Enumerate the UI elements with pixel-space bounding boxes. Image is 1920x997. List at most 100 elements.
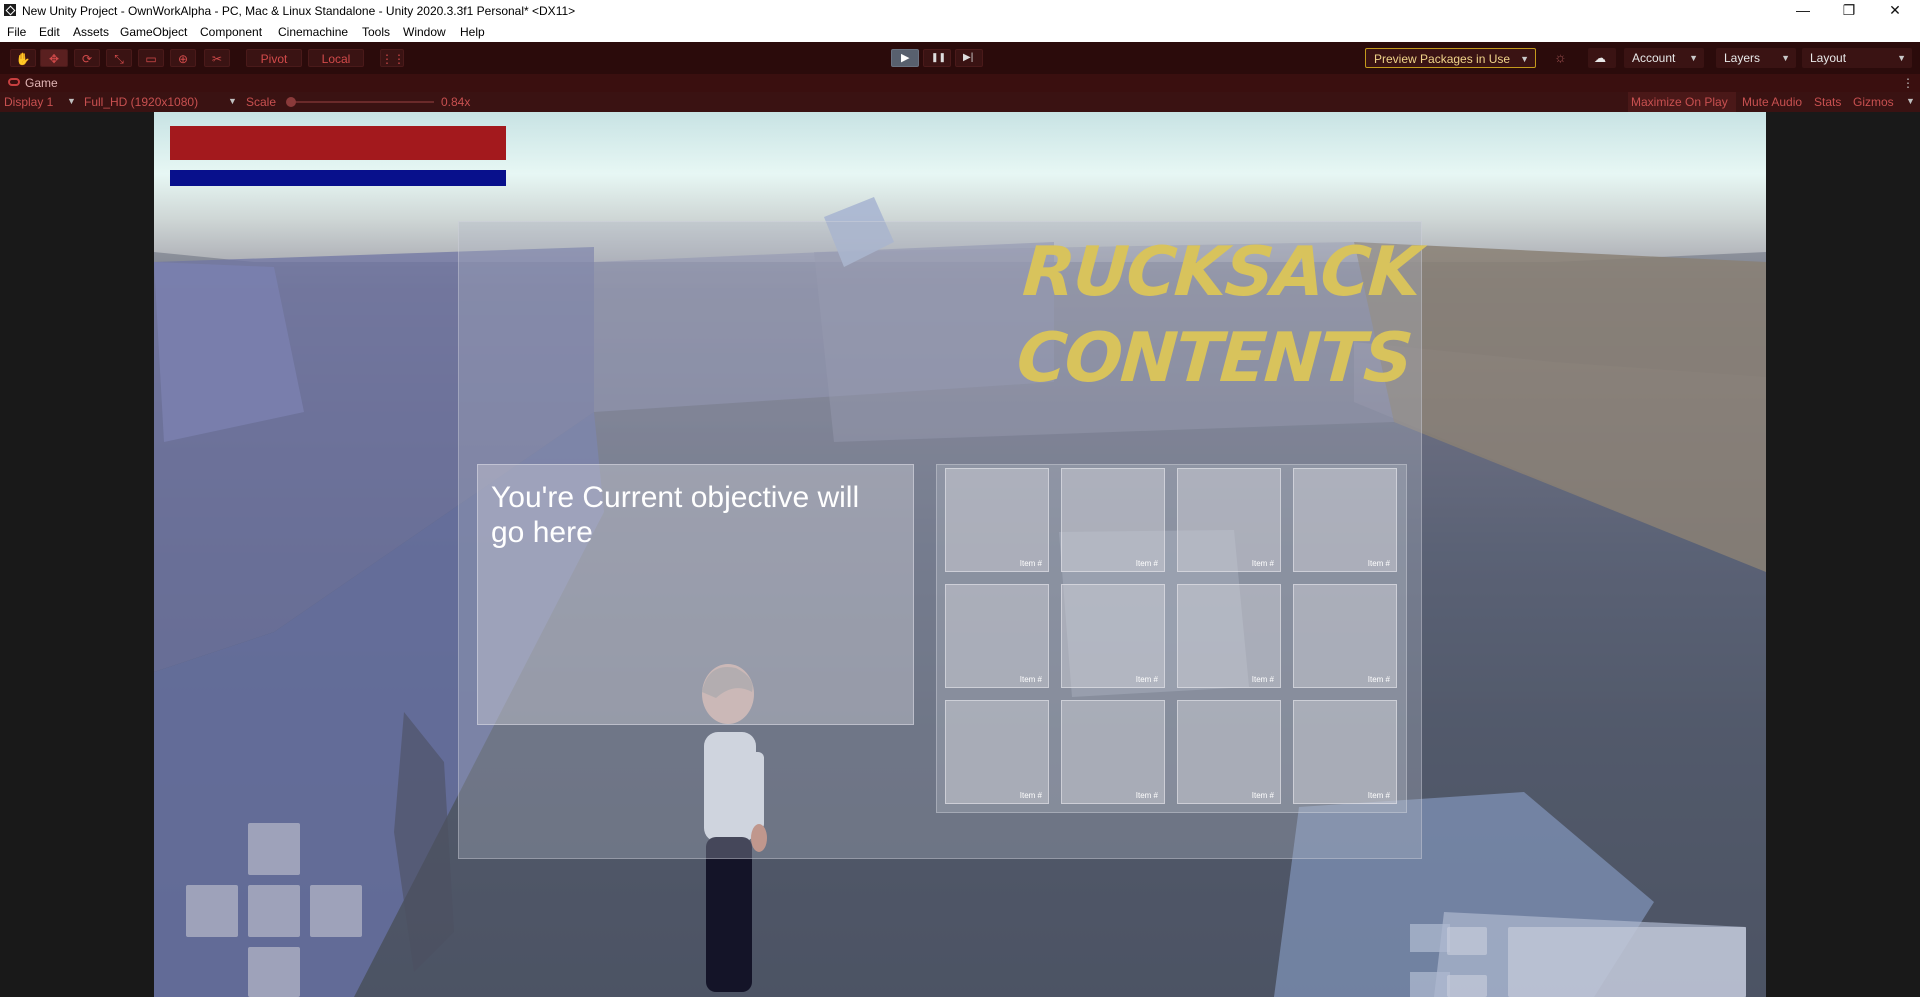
scale-tool-button[interactable]: ⤡ — [106, 49, 132, 67]
inventory-slot[interactable]: Item # — [1061, 700, 1165, 804]
menu-bar: File Edit Assets GameObject Component Ci… — [0, 22, 1920, 42]
dpad-up-button[interactable] — [248, 823, 300, 875]
transform-tool-button[interactable]: ⊕ — [170, 49, 196, 67]
cloud-button[interactable]: ☁ — [1588, 48, 1616, 68]
window-title-bar[interactable]: New Unity Project - OwnWorkAlpha - PC, M… — [0, 0, 1920, 22]
inventory-slot-label: Item # — [1367, 559, 1390, 568]
pivot-label: Pivot — [260, 52, 288, 66]
menu-cinemachine[interactable]: Cinemachine — [278, 25, 348, 39]
gizmos-dropdown[interactable]: Gizmos — [1853, 95, 1894, 109]
inventory-slot-label: Item # — [1019, 675, 1042, 684]
stats-toggle[interactable]: Stats — [1814, 95, 1841, 109]
layers-label: Layers — [1724, 51, 1761, 65]
preview-packages-dropdown[interactable]: Preview Packages in Use ▼ — [1365, 48, 1536, 68]
minimize-button[interactable]: — — [1780, 0, 1826, 22]
inventory-slot[interactable]: Item # — [945, 700, 1049, 804]
inventory-slot[interactable]: Item # — [1177, 468, 1281, 572]
stamina-bar — [170, 170, 506, 186]
chevron-down-icon: ▼ — [1897, 53, 1906, 63]
menu-component[interactable]: Component — [200, 25, 262, 39]
menu-gameobject[interactable]: GameObject — [120, 25, 187, 39]
pivot-toggle[interactable]: Pivot — [246, 49, 302, 67]
chevron-down-icon: ▼ — [67, 96, 76, 106]
chevron-down-icon: ▼ — [1906, 96, 1915, 106]
scale-slider-handle[interactable] — [286, 97, 296, 107]
step-button[interactable]: ▶| — [955, 49, 983, 67]
rect-tool-button[interactable]: ▭ — [138, 49, 164, 67]
local-toggle[interactable]: Local — [308, 49, 364, 67]
inventory-slot[interactable]: Item # — [1293, 700, 1397, 804]
cloud-icon: ☁ — [1594, 51, 1606, 65]
window-title: New Unity Project - OwnWorkAlpha - PC, M… — [22, 4, 576, 18]
hand-icon: ✋ — [15, 52, 31, 66]
transform-icon: ⊕ — [177, 52, 189, 66]
rotate-tool-button[interactable]: ⟳ — [74, 49, 100, 67]
pause-button[interactable]: ❚❚ — [923, 49, 951, 67]
inventory-slot[interactable]: Item # — [1177, 700, 1281, 804]
inventory-slot[interactable]: Item # — [1177, 584, 1281, 688]
layers-dropdown[interactable]: Layers ▼ — [1716, 48, 1796, 68]
rucksack-title-line2: CONTENTS — [1014, 319, 1414, 398]
dpad-center-button[interactable] — [248, 885, 300, 937]
restore-button[interactable]: ❐ — [1826, 0, 1872, 22]
account-label: Account — [1632, 51, 1676, 65]
inventory-slot-label: Item # — [1367, 791, 1390, 800]
inventory-slot[interactable]: Item # — [1293, 468, 1397, 572]
chevron-down-icon: ▼ — [228, 96, 237, 106]
inventory-slot[interactable]: Item # — [1061, 468, 1165, 572]
custom-tool-button[interactable]: ✂ — [204, 49, 230, 67]
rucksack-title: RUCKSACK CONTENTS — [1014, 230, 1423, 402]
dpad-right-button[interactable] — [310, 885, 362, 937]
game-tab-row: Game ⋮ — [0, 74, 1920, 92]
tab-menu-icon[interactable]: ⋮ — [1902, 76, 1914, 90]
gamepad-icon — [8, 78, 20, 86]
move-icon: ✥ — [48, 52, 60, 66]
inventory-slot-label: Item # — [1251, 675, 1274, 684]
menu-assets[interactable]: Assets — [73, 25, 109, 39]
resolution-label: Full_HD (1920x1080) — [84, 95, 199, 109]
menu-file[interactable]: File — [7, 25, 26, 39]
menu-tools[interactable]: Tools — [362, 25, 390, 39]
health-bar — [170, 126, 506, 160]
rucksack-title-line1: RUCKSACK — [1020, 233, 1423, 312]
action-panel[interactable] — [1508, 927, 1746, 997]
rotate-icon: ⟳ — [81, 52, 93, 66]
display-dropdown[interactable]: Display 1 ▼ — [4, 95, 80, 109]
inventory-slot[interactable]: Item # — [945, 584, 1049, 688]
move-tool-button[interactable]: ✥ — [40, 49, 68, 67]
dpad-down-button[interactable] — [248, 947, 300, 997]
action-button-b[interactable] — [1447, 975, 1487, 997]
dpad-left-button[interactable] — [186, 885, 238, 937]
account-dropdown[interactable]: Account ▼ — [1624, 48, 1704, 68]
tab-game[interactable]: Game — [25, 76, 58, 90]
display-label: Display 1 — [4, 95, 54, 109]
scale-slider[interactable] — [286, 97, 434, 107]
chevron-down-icon: ▼ — [1520, 54, 1529, 64]
grid-icon: ⋮⋮ — [381, 52, 405, 66]
play-button[interactable]: ▶ — [891, 49, 919, 67]
inventory-slot-label: Item # — [1135, 675, 1158, 684]
inventory-slot[interactable]: Item # — [1061, 584, 1165, 688]
game-view-bar: Display 1 ▼ Full_HD (1920x1080) ▼ Scale … — [0, 92, 1920, 112]
action-button-a[interactable] — [1447, 927, 1487, 955]
close-button[interactable]: ✕ — [1872, 0, 1918, 22]
inventory-slot-label: Item # — [1019, 559, 1042, 568]
local-label: Local — [321, 52, 351, 66]
grid-snap-button[interactable]: ⋮⋮ — [380, 49, 405, 67]
menu-edit[interactable]: Edit — [39, 25, 60, 39]
pause-icon: ❚❚ — [931, 52, 947, 62]
inventory-slot[interactable]: Item # — [945, 468, 1049, 572]
inventory-slot-label: Item # — [1367, 675, 1390, 684]
hand-tool-button[interactable]: ✋ — [10, 49, 36, 67]
settings-icon[interactable]: ☼ — [1554, 49, 1567, 65]
inventory-slot-label: Item # — [1251, 559, 1274, 568]
layout-dropdown[interactable]: Layout ▼ — [1802, 48, 1912, 68]
resolution-dropdown[interactable]: Full_HD (1920x1080) ▼ — [84, 95, 237, 109]
menu-window[interactable]: Window — [403, 25, 446, 39]
scale-label: Scale — [246, 95, 277, 109]
menu-help[interactable]: Help — [460, 25, 485, 39]
maximize-on-play-toggle[interactable]: Maximize On Play — [1628, 92, 1736, 112]
inventory-slot[interactable]: Item # — [1293, 584, 1397, 688]
mute-audio-toggle[interactable]: Mute Audio — [1742, 95, 1802, 109]
chevron-down-icon: ▼ — [1689, 53, 1698, 63]
